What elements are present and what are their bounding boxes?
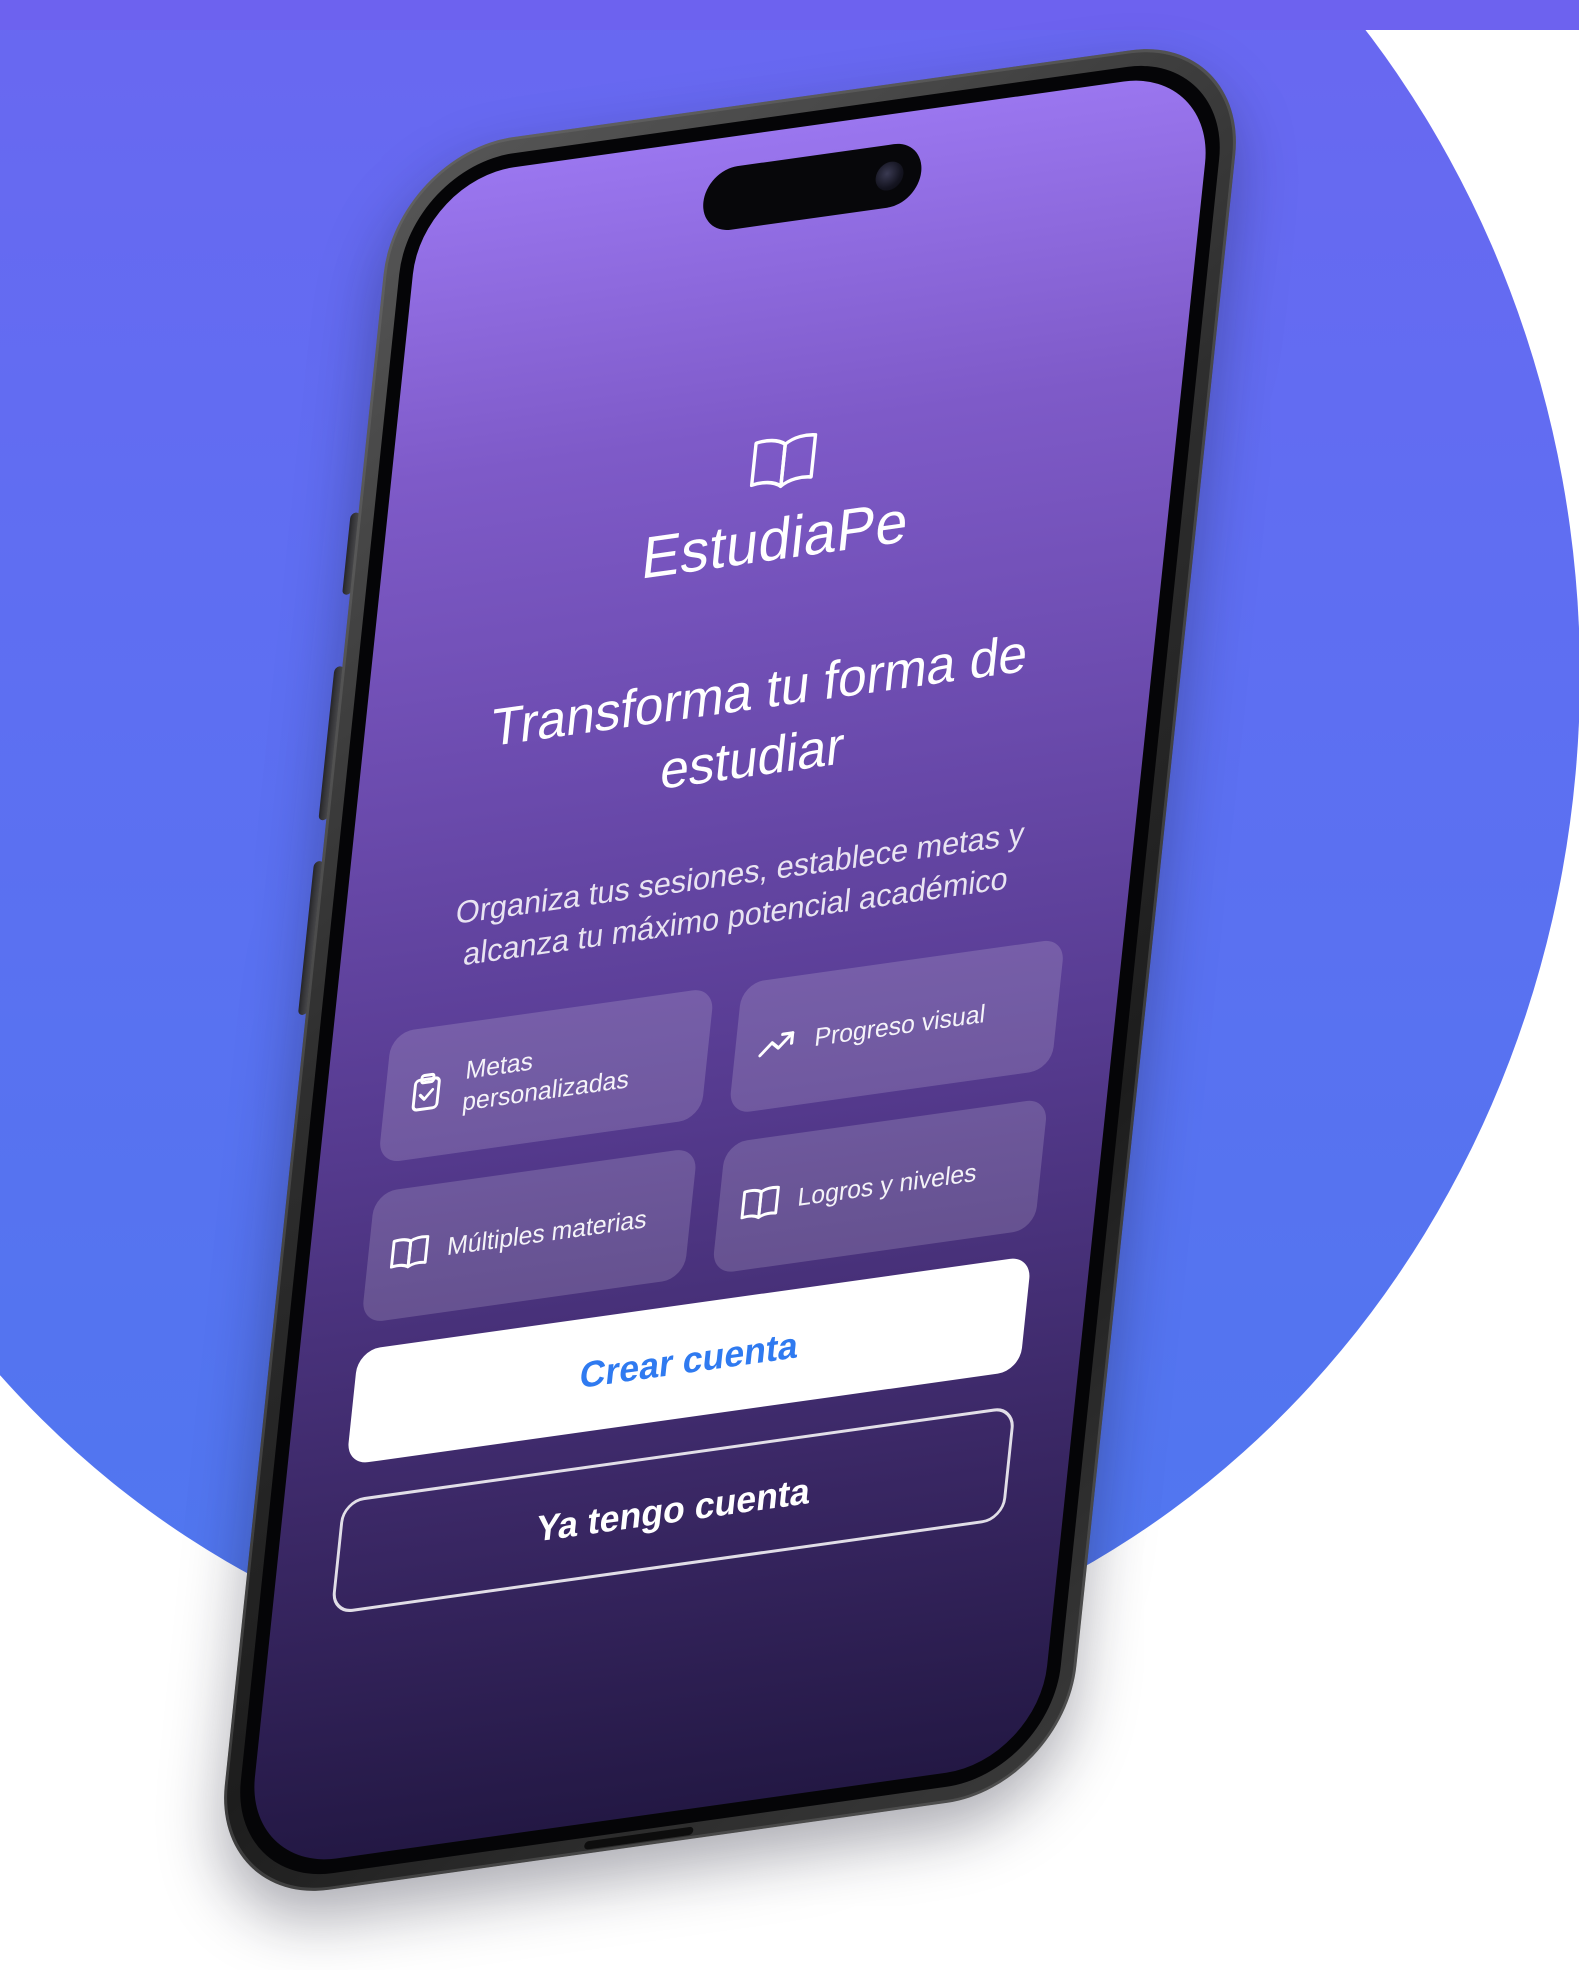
feature-card-achievements: Logros y niveles — [711, 1097, 1049, 1275]
stage: EstudiaPe Transforma tu forma de estudia… — [0, 0, 1579, 1970]
feature-label: Metas personalizadas — [460, 1046, 631, 1117]
open-book-icon — [740, 1185, 780, 1220]
feature-label: Múltiples materias — [445, 1204, 649, 1261]
clipboard-check-icon — [411, 1072, 441, 1112]
open-book-icon — [389, 1235, 430, 1269]
open-book-icon — [749, 432, 818, 489]
hero-headline: Transforma tu forma de estudiar — [488, 623, 1031, 802]
feature-card-goals: Metas personalizadas — [377, 987, 715, 1164]
feature-card-subjects: Múltiples materias — [361, 1147, 698, 1324]
feature-card-progress: Progreso visual — [728, 938, 1066, 1115]
feature-label: Logros y niveles — [796, 1157, 979, 1212]
trending-up-icon — [758, 1031, 795, 1058]
background-blob-top — [0, 0, 1579, 30]
feature-label: Progreso visual — [813, 999, 987, 1052]
